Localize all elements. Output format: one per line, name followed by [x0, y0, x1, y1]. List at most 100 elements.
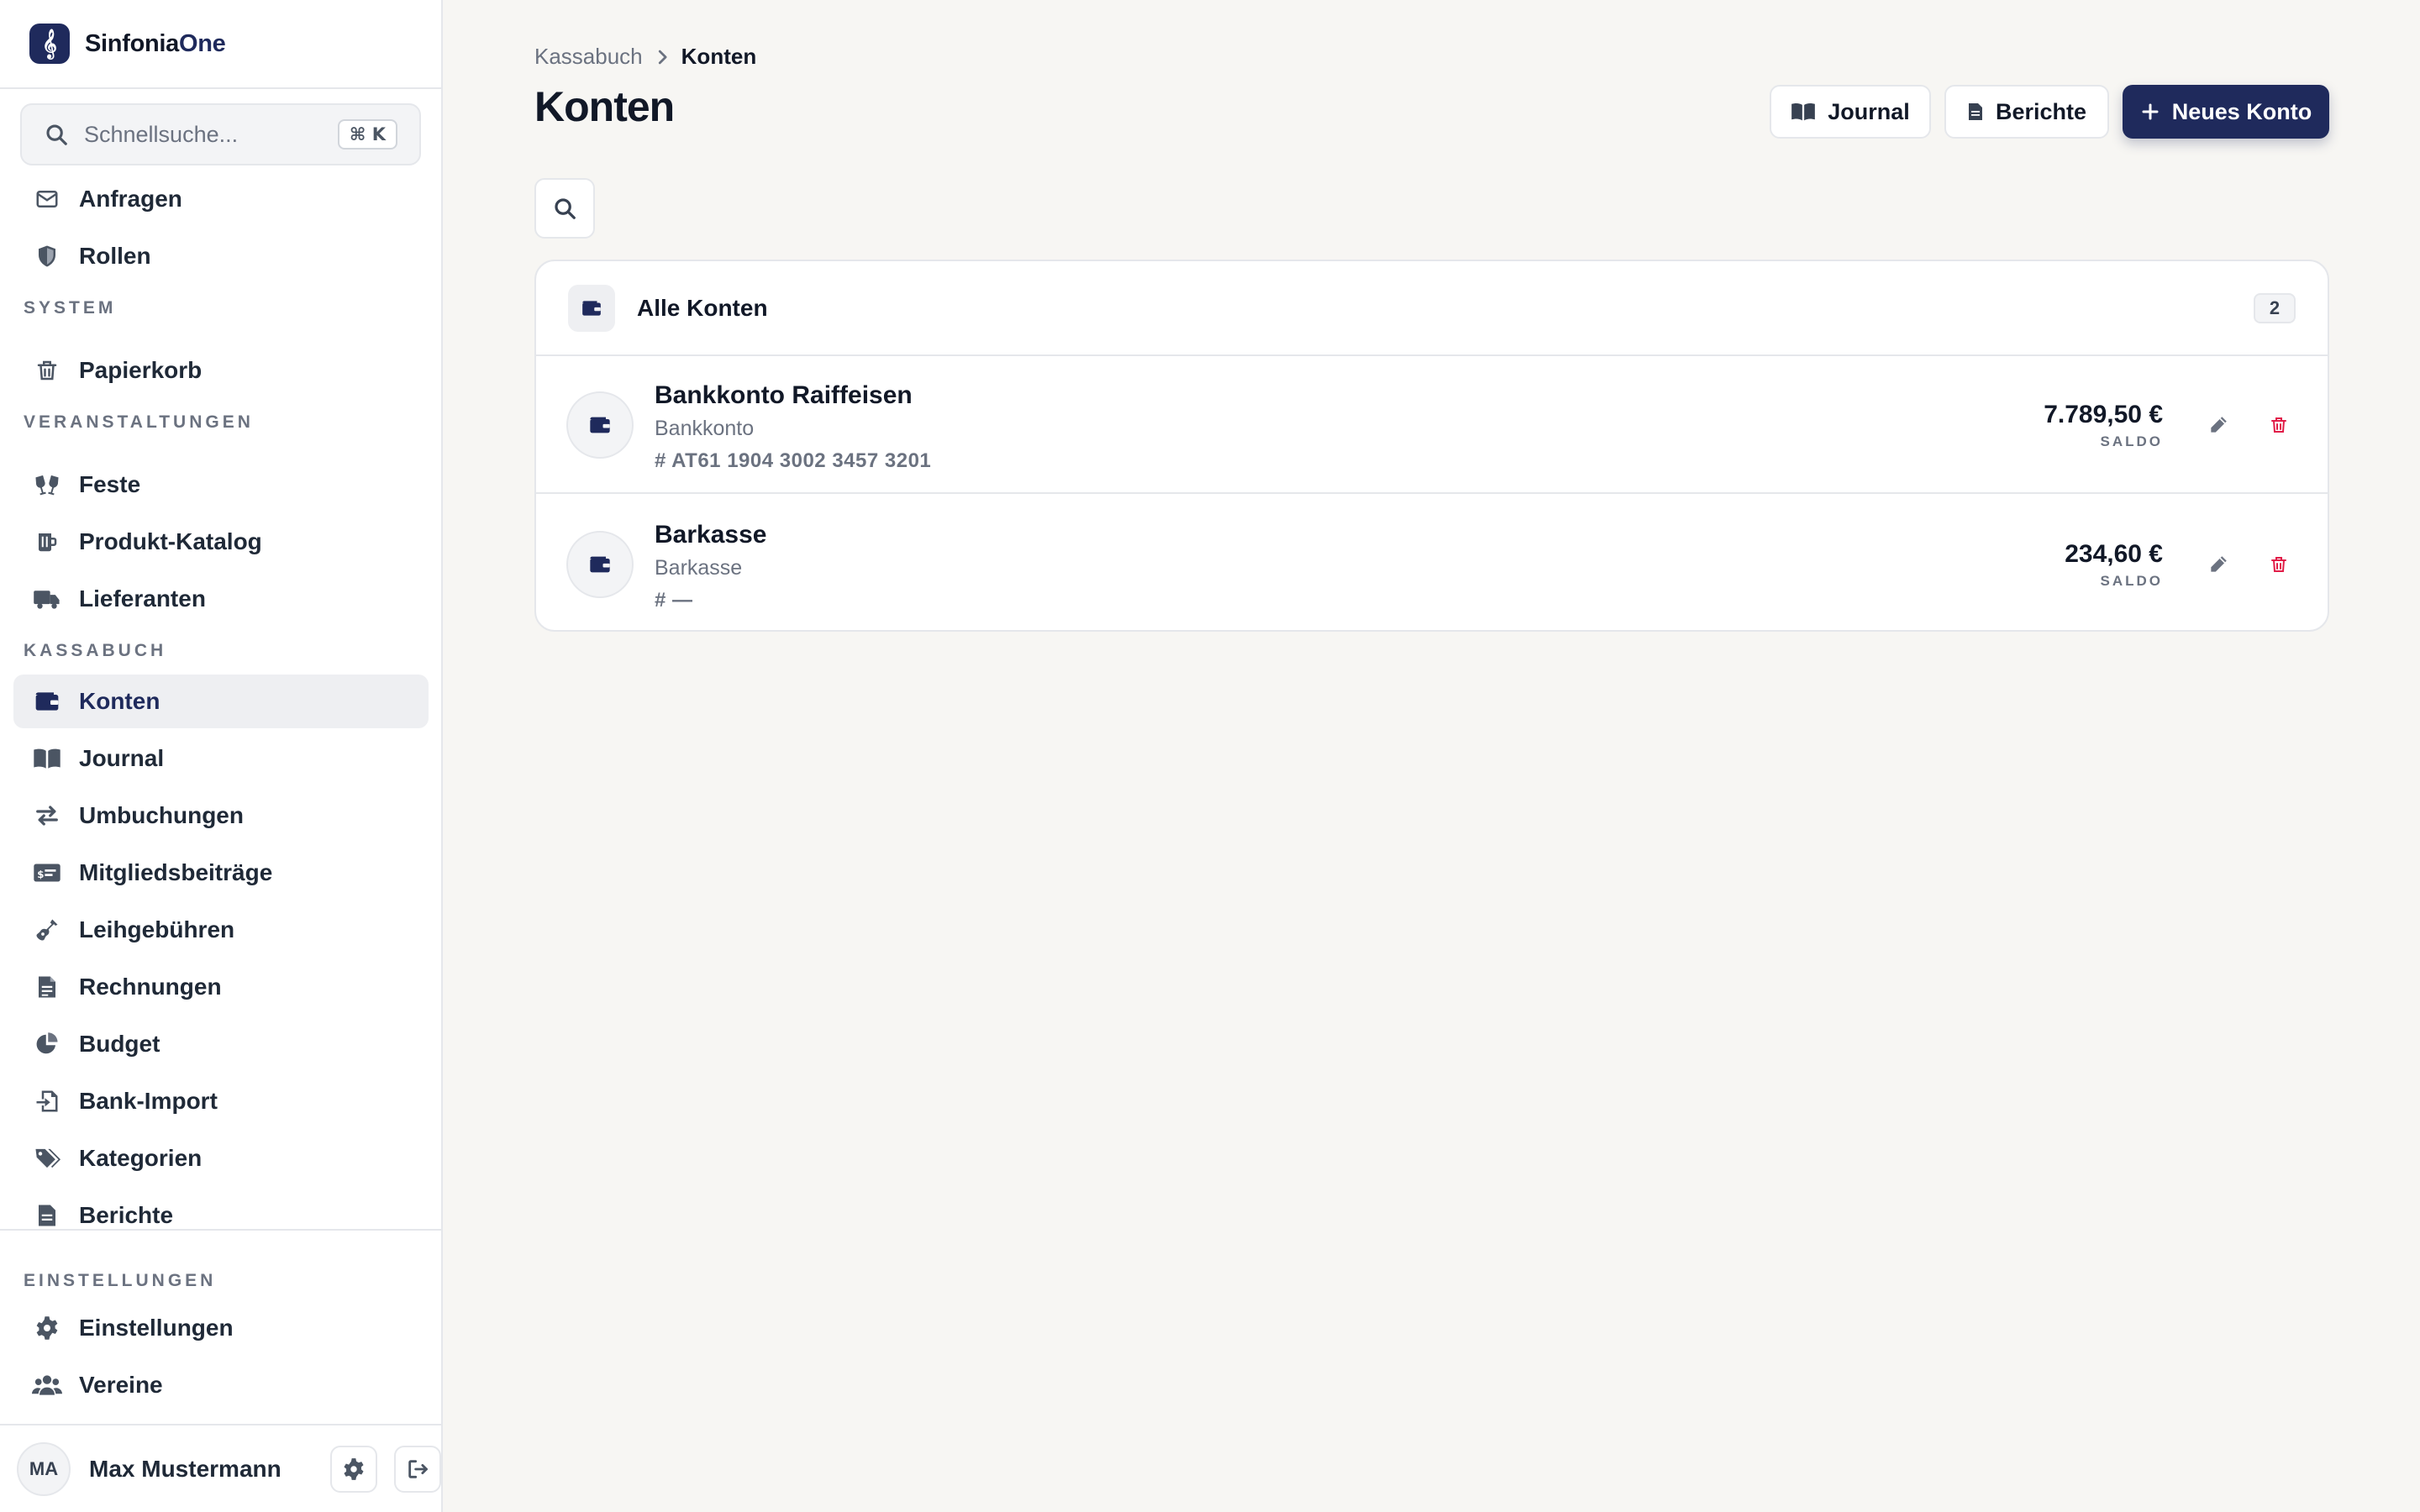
new-account-button[interactable]: Neues Konto: [2123, 85, 2329, 139]
section-label-system: SYSTEM: [24, 298, 117, 318]
mug-icon: [32, 527, 62, 557]
chevron-right-icon: [655, 48, 670, 66]
delete-account-button[interactable]: [2262, 548, 2296, 581]
berichte-button[interactable]: Berichte: [1944, 85, 2109, 139]
sidebar-item-papierkorb[interactable]: Papierkorb: [13, 344, 429, 397]
sidebar-item-label: Berichte: [79, 1202, 174, 1228]
page-title: Konten: [534, 83, 675, 130]
account-type: Barkasse: [655, 556, 743, 580]
breadcrumb-kassabuch[interactable]: Kassabuch: [534, 44, 643, 70]
account-balance: 234,60 €: [2065, 540, 2163, 568]
logout-button[interactable]: [393, 1445, 441, 1493]
sidebar-item-label: Journal: [79, 745, 165, 771]
section-label-veranstaltungen: VERANSTALTUNGEN: [24, 412, 254, 432]
arrows-exchange-icon: [32, 801, 62, 831]
section-label-einstellungen: EINSTELLUNGEN: [24, 1271, 217, 1290]
account-iban: # AT61 1904 3002 3457 3201: [655, 449, 932, 472]
sidebar-item-label: Bank-Import: [79, 1088, 218, 1114]
truck-icon: [32, 584, 62, 614]
edit-account-button[interactable]: [2202, 408, 2235, 442]
pencil-icon: [2211, 556, 2227, 572]
plus-icon: [2140, 102, 2160, 122]
trash-icon: [32, 355, 62, 386]
sidebar-item-bank-import[interactable]: Bank-Import: [13, 1074, 429, 1128]
sidebar-item-leihgebuehren[interactable]: Leihgebühren: [13, 903, 429, 957]
user-settings-button[interactable]: [329, 1445, 377, 1493]
book-open-icon: [1791, 101, 1816, 123]
sidebar-item-rollen[interactable]: Rollen: [13, 229, 429, 283]
journal-button-label: Journal: [1828, 98, 1910, 124]
sidebar-item-berichte[interactable]: Berichte: [13, 1189, 429, 1229]
sidebar-item-label: Budget: [79, 1031, 160, 1057]
glasses-cheers-icon: [32, 470, 62, 500]
trash-icon: [2271, 417, 2286, 433]
user-name: Max Mustermann: [89, 1455, 281, 1482]
quick-search[interactable]: ⌘ K: [20, 103, 421, 165]
pencil-icon: [2211, 417, 2227, 433]
sidebar-item-anfragen[interactable]: Anfragen: [13, 172, 429, 226]
brand-header[interactable]: 𝄞 SinfoniaOne: [0, 0, 441, 89]
section-label-kassabuch: KASSABUCH: [24, 641, 167, 660]
pie-chart-icon: [32, 1029, 62, 1059]
breadcrumb-current: Konten: [681, 44, 757, 69]
sidebar-item-vereine[interactable]: Vereine: [13, 1358, 429, 1412]
user-bar: MA Max Mustermann: [0, 1424, 441, 1512]
account-count-badge: 2: [2254, 293, 2296, 323]
gear-icon: [32, 1313, 62, 1343]
sidebar-item-lieferanten[interactable]: Lieferanten: [13, 572, 429, 626]
sidebar-item-einstellungen[interactable]: Einstellungen: [13, 1301, 429, 1355]
account-name: Barkasse: [655, 521, 767, 549]
sidebar-item-label: Feste: [79, 471, 141, 497]
sidebar-item-label: Rechnungen: [79, 974, 222, 1000]
accounts-card-header: Alle Konten 2: [536, 261, 2328, 356]
sidebar-item-umbuchungen[interactable]: Umbuchungen: [13, 789, 429, 843]
gear-icon: [344, 1457, 364, 1480]
account-type: Bankkonto: [655, 417, 755, 440]
account-row[interactable]: Barkasse Barkasse # — 234,60 € SALDO: [536, 496, 2328, 630]
sidebar-item-label: Leihgebühren: [79, 916, 235, 942]
account-row[interactable]: Bankkonto Raiffeisen Bankkonto # AT61 19…: [536, 356, 2328, 494]
new-account-button-label: Neues Konto: [2171, 98, 2312, 124]
sidebar-item-label: Kategorien: [79, 1145, 203, 1171]
svg-text:$: $: [37, 869, 44, 880]
invoice-icon: [32, 972, 62, 1002]
search-icon: [555, 198, 576, 219]
sidebar: 𝄞 SinfoniaOne ⌘ K Anfragen Rollen SYSTEM…: [0, 0, 443, 1512]
avatar[interactable]: MA: [17, 1441, 71, 1496]
report-icon: [1967, 101, 1984, 123]
sidebar-item-label: Papierkorb: [79, 357, 203, 383]
journal-button[interactable]: Journal: [1770, 85, 1931, 139]
sidebar-item-mitgliedsbeitraege[interactable]: $ Mitgliedsbeiträge: [13, 846, 429, 900]
sidebar-nav[interactable]: Anfragen Rollen SYSTEM Papierkorb VERANS…: [0, 165, 441, 1229]
wallet-icon: [566, 391, 634, 459]
trash-icon: [2271, 557, 2286, 572]
sidebar-item-label: Lieferanten: [79, 585, 206, 612]
sidebar-item-feste[interactable]: Feste: [13, 458, 429, 512]
delete-account-button[interactable]: [2262, 408, 2296, 442]
sidebar-item-produkt-katalog[interactable]: Produkt-Katalog: [13, 515, 429, 569]
file-import-icon: [32, 1086, 62, 1116]
sidebar-item-konten[interactable]: Konten: [13, 675, 429, 728]
account-balance-label: SALDO: [2100, 573, 2163, 589]
envelope-icon: [32, 184, 62, 214]
accounts-card: Alle Konten 2 Bankkonto Raiffeisen Bankk…: [534, 260, 2329, 632]
breadcrumb: Kassabuch Konten: [534, 44, 756, 70]
sidebar-item-label: Vereine: [79, 1372, 163, 1398]
guitar-icon: [32, 915, 62, 945]
sidebar-item-label: Umbuchungen: [79, 802, 244, 828]
sidebar-item-kategorien[interactable]: Kategorien: [13, 1131, 429, 1185]
account-search-button[interactable]: [534, 178, 595, 239]
treble-clef-icon: 𝄞: [29, 24, 70, 64]
report-icon: [32, 1200, 62, 1229]
search-icon: [46, 124, 67, 145]
account-balance-label: SALDO: [2100, 433, 2163, 449]
edit-account-button[interactable]: [2202, 548, 2235, 581]
sidebar-item-label: Konten: [79, 688, 160, 714]
sidebar-item-journal[interactable]: Journal: [13, 732, 429, 785]
sidebar-item-rechnungen[interactable]: Rechnungen: [13, 960, 429, 1014]
logout-icon: [408, 1459, 428, 1478]
berichte-button-label: Berichte: [1995, 98, 2087, 124]
quick-search-input[interactable]: [84, 121, 336, 148]
sidebar-item-budget[interactable]: Budget: [13, 1017, 429, 1071]
account-balance: 7.789,50 €: [2044, 401, 2163, 428]
